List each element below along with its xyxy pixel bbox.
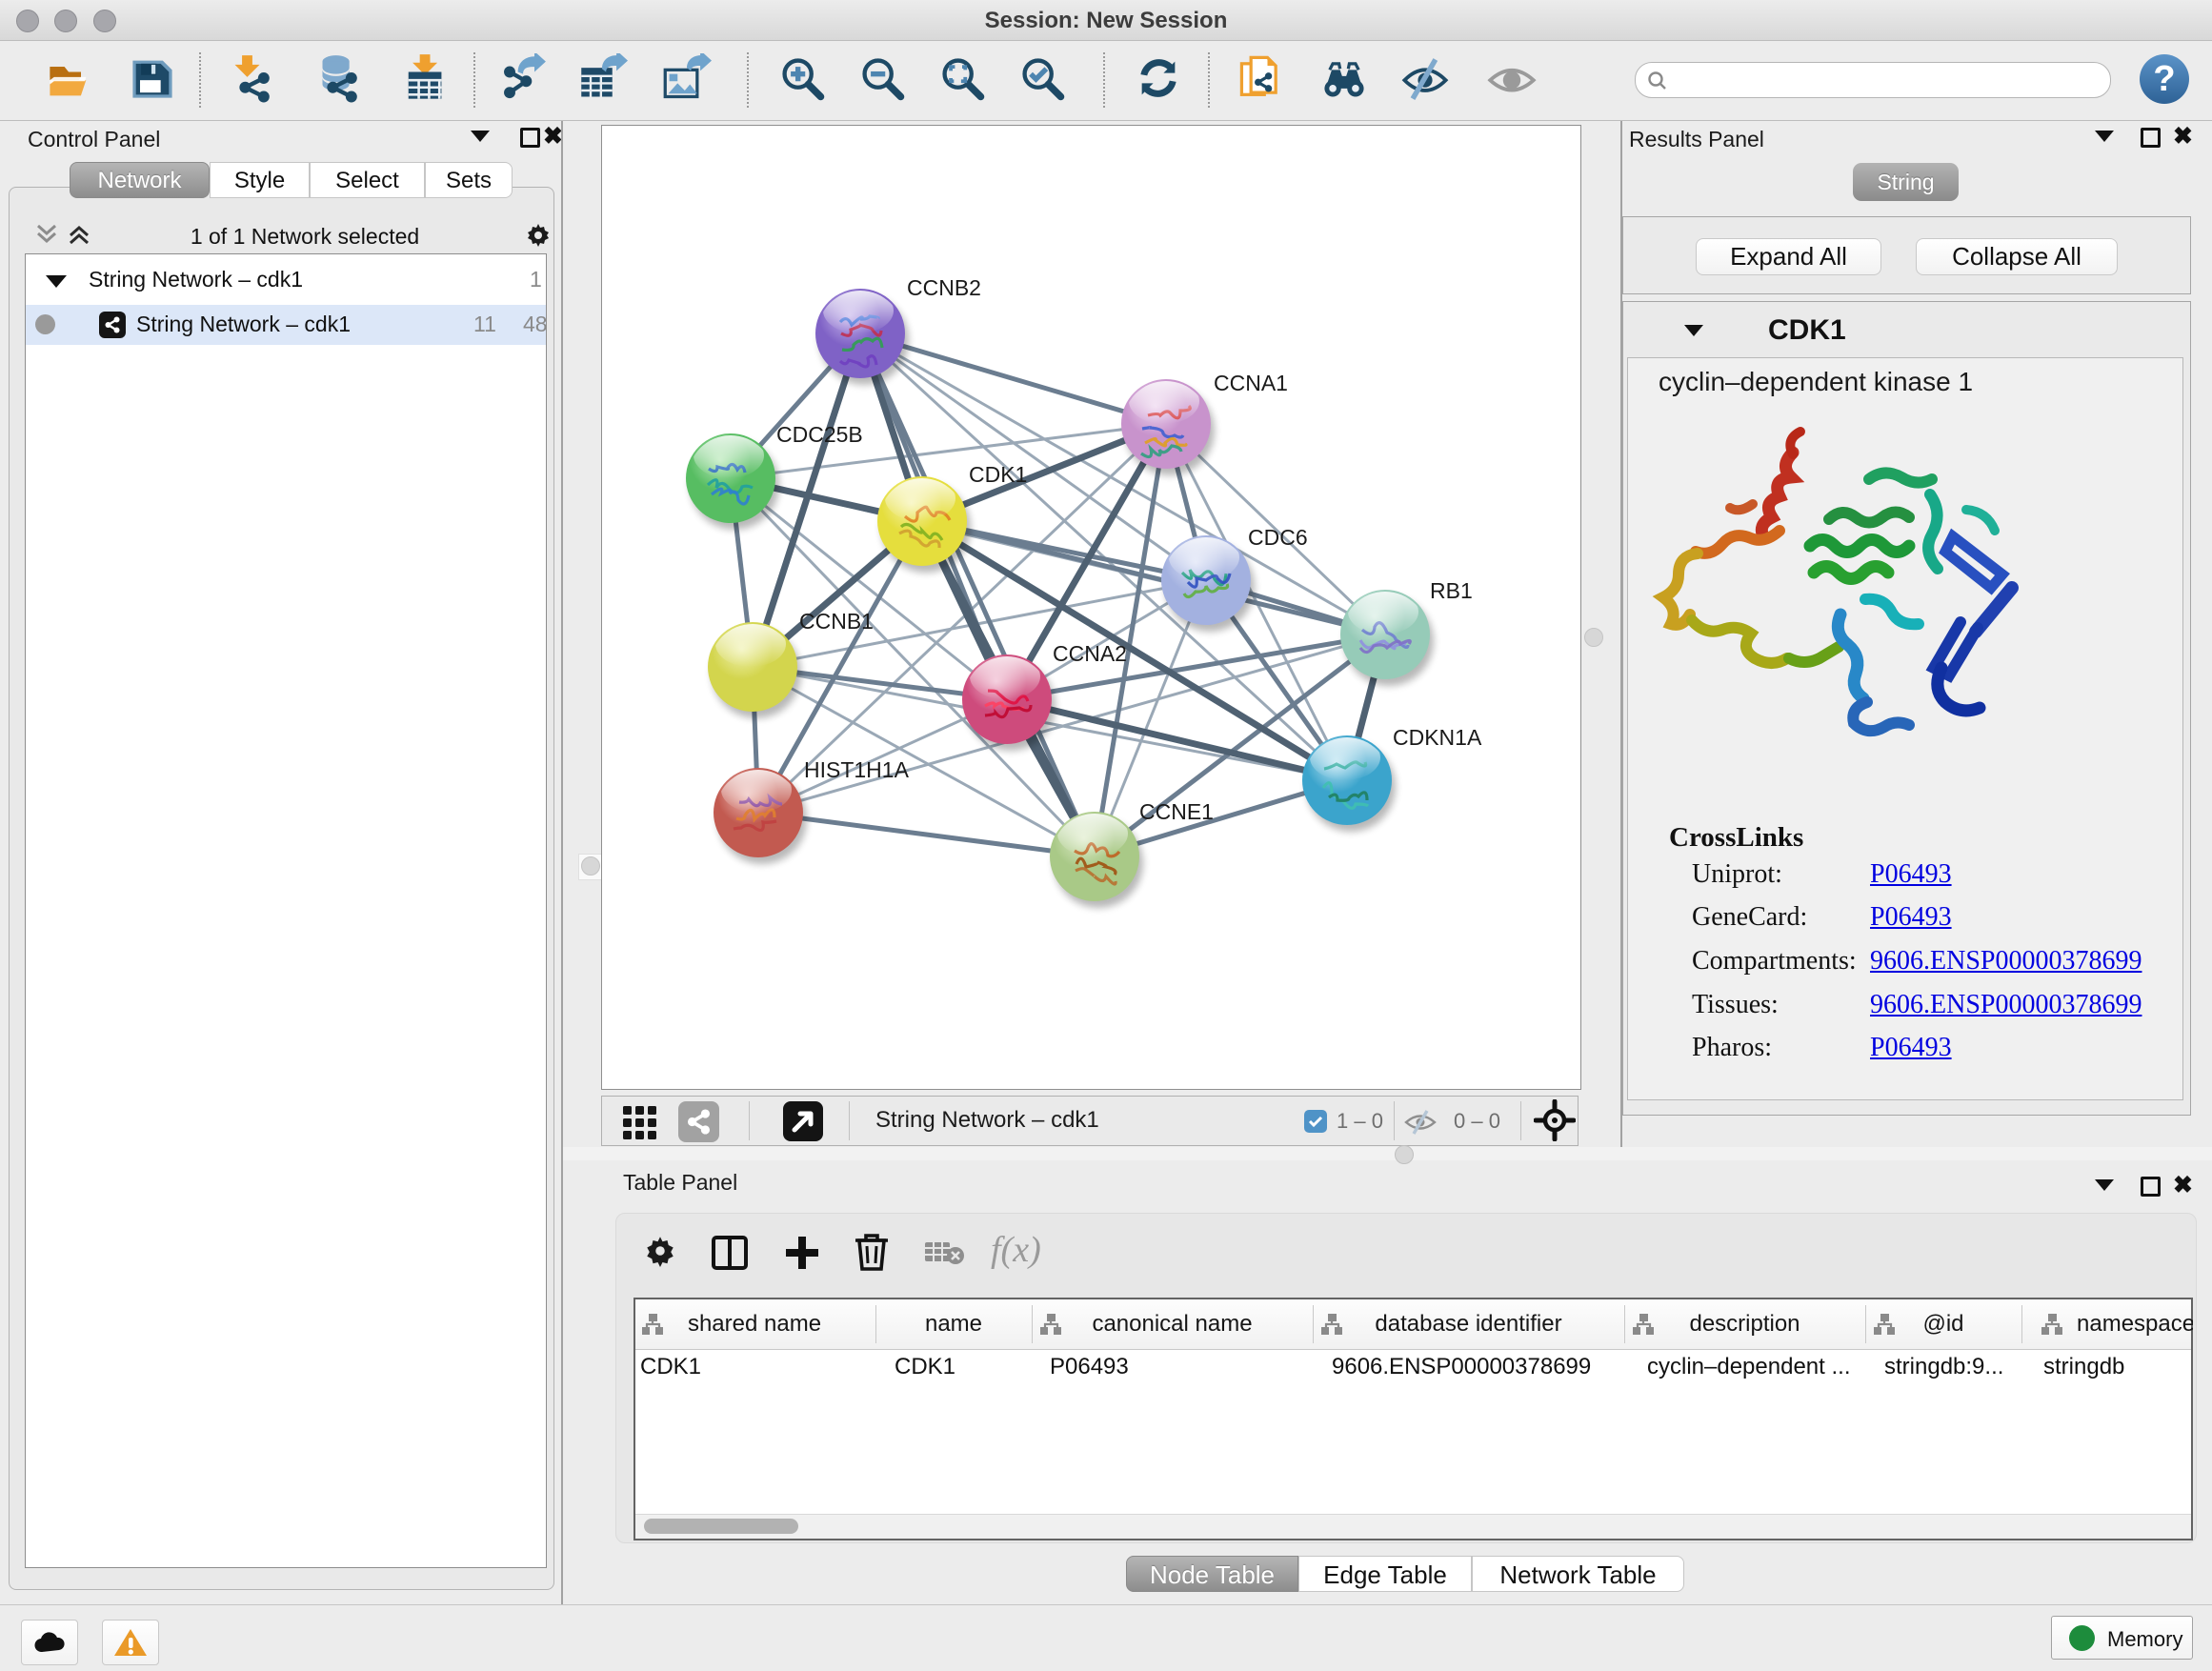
- svg-text:CCNB2: CCNB2: [907, 275, 981, 300]
- svg-text:CDC6: CDC6: [1248, 525, 1308, 550]
- svg-text:CDK1: CDK1: [969, 462, 1027, 487]
- svg-text:CDC25B: CDC25B: [776, 422, 863, 447]
- svg-text:CDKN1A: CDKN1A: [1393, 725, 1482, 750]
- svg-text:CCNA2: CCNA2: [1053, 641, 1127, 666]
- svg-text:CCNE1: CCNE1: [1139, 799, 1214, 824]
- svg-text:HIST1H1A: HIST1H1A: [804, 757, 910, 782]
- svg-text:RB1: RB1: [1430, 578, 1473, 603]
- svg-text:CCNB1: CCNB1: [799, 609, 874, 634]
- svg-text:CCNA1: CCNA1: [1214, 371, 1288, 395]
